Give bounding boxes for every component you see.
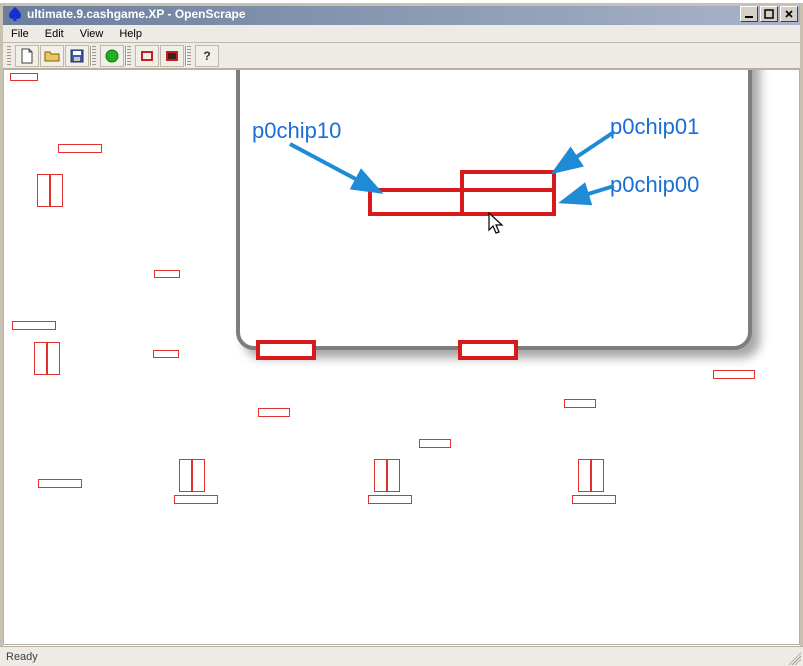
tablemap-region[interactable] — [713, 370, 755, 379]
toolbar-grip-3[interactable] — [127, 46, 131, 66]
toolbar-grip-2[interactable] — [92, 46, 96, 66]
tablemap-region[interactable] — [34, 342, 47, 375]
green-circle-button[interactable] — [100, 45, 124, 67]
toolbar: ? — [3, 43, 800, 69]
tablemap-region[interactable] — [578, 459, 591, 492]
region-p0chip00[interactable] — [460, 188, 556, 216]
tablemap-region[interactable] — [38, 479, 82, 488]
toolbar-grip[interactable] — [7, 46, 11, 66]
tablemap-region[interactable] — [37, 174, 50, 207]
tablemap-region[interactable] — [419, 439, 451, 448]
rect-tool-icon — [139, 48, 155, 64]
menu-edit[interactable]: Edit — [37, 26, 72, 42]
tablemap-region[interactable] — [174, 495, 218, 504]
maximize-button[interactable] — [760, 6, 778, 22]
tablemap-region[interactable] — [387, 459, 400, 492]
spade-icon — [7, 6, 23, 22]
tablemap-region[interactable] — [564, 399, 596, 408]
cursor-icon — [488, 212, 506, 236]
window-controls — [740, 6, 800, 22]
client-area[interactable]: p0chip10 p0chip01 p0chip00 — [3, 69, 800, 645]
svg-text:?: ? — [203, 49, 210, 63]
tablemap-region[interactable] — [179, 459, 192, 492]
tablemap-region[interactable] — [10, 73, 38, 81]
new-button[interactable] — [15, 45, 39, 67]
rect-tool-filled-button[interactable] — [160, 45, 184, 67]
status-text: Ready — [6, 651, 38, 663]
tablemap-region[interactable] — [50, 174, 63, 207]
help-button[interactable]: ? — [195, 45, 219, 67]
arrow-to-p0chip00 — [556, 180, 622, 208]
tablemap-region[interactable] — [47, 342, 60, 375]
status-bar: Ready — [0, 646, 803, 666]
zoom-callout: p0chip10 p0chip01 p0chip00 — [236, 69, 752, 350]
save-button[interactable] — [65, 45, 89, 67]
tablemap-region[interactable] — [591, 459, 604, 492]
minimize-icon — [744, 9, 754, 19]
menu-help[interactable]: Help — [111, 26, 150, 42]
tablemap-region[interactable] — [258, 408, 290, 417]
rect-tool-button[interactable] — [135, 45, 159, 67]
close-icon — [784, 9, 794, 19]
resize-grip[interactable] — [785, 649, 801, 665]
maximize-icon — [764, 9, 774, 19]
tablemap-region[interactable] — [192, 459, 205, 492]
rect-tool-filled-icon — [164, 48, 180, 64]
title-bar: ultimate.9.cashgame.XP - OpenScrape — [3, 3, 800, 25]
tablemap-region[interactable] — [58, 144, 102, 153]
new-file-icon — [19, 48, 35, 64]
menu-file[interactable]: File — [3, 26, 37, 42]
arrow-to-p0chip01 — [546, 126, 622, 178]
close-button[interactable] — [780, 6, 798, 22]
minimize-button[interactable] — [740, 6, 758, 22]
tablemap-region[interactable] — [374, 459, 387, 492]
tablemap-region[interactable] — [572, 495, 616, 504]
label-p0chip00: p0chip00 — [610, 172, 699, 198]
toolbar-grip-4[interactable] — [187, 46, 191, 66]
tablemap-region[interactable] — [12, 321, 56, 330]
window-title: ultimate.9.cashgame.XP - OpenScrape — [27, 7, 246, 21]
arrow-to-p0chip10 — [282, 140, 392, 200]
open-button[interactable] — [40, 45, 64, 67]
help-icon: ? — [199, 48, 215, 64]
menu-view[interactable]: View — [72, 26, 112, 42]
open-folder-icon — [44, 48, 60, 64]
tablemap-region[interactable] — [368, 495, 412, 504]
region-partial[interactable] — [256, 340, 316, 360]
region-partial[interactable] — [458, 340, 518, 360]
save-icon — [69, 48, 85, 64]
tablemap-region[interactable] — [153, 350, 179, 358]
label-p0chip01: p0chip01 — [610, 114, 699, 140]
menu-bar: File Edit View Help — [3, 25, 800, 43]
tablemap-region[interactable] — [154, 270, 180, 278]
window-top-border — [0, 3, 803, 6]
green-circle-icon — [104, 48, 120, 64]
